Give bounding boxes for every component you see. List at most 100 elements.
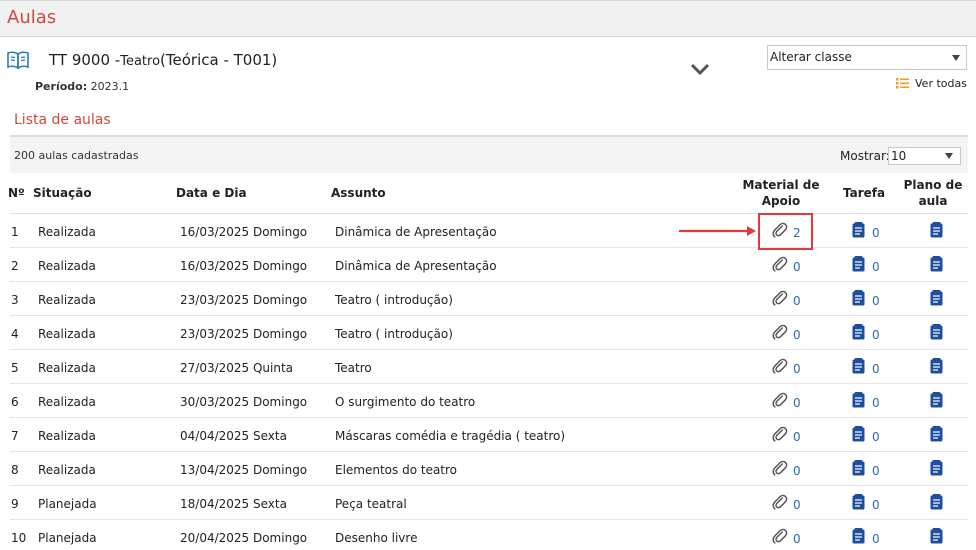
paperclip-icon[interactable] <box>771 425 789 443</box>
tarefa-count[interactable]: 0 <box>872 430 880 444</box>
tarefa-count[interactable]: 0 <box>872 260 880 274</box>
tarefa-count[interactable]: 0 <box>872 532 880 546</box>
row-num: 9 <box>11 497 19 511</box>
paperclip-icon[interactable] <box>771 459 789 477</box>
page-title: Aulas <box>7 7 57 28</box>
table-row: 8 Realizada 13/04/2025 Domingo Elementos do… <box>10 452 968 486</box>
table-row: 2 Realizada 16/03/2025 Domingo Dinâmica de … <box>10 248 968 282</box>
row-data: 23/03/2025 Domingo <box>180 327 308 341</box>
tarefa-count[interactable]: 0 <box>872 362 880 376</box>
class-number: 9000 <box>71 51 111 69</box>
paperclip-icon[interactable] <box>771 357 789 375</box>
tarefa-count[interactable]: 0 <box>872 498 880 512</box>
row-data: 18/04/2025 Sexta <box>180 497 287 511</box>
material-apoio-count[interactable]: 0 <box>793 362 801 376</box>
plano-aula-document-icon[interactable] <box>930 222 943 238</box>
row-assunto: Máscaras comédia e tragédia ( teatro) <box>335 429 566 443</box>
row-assunto: Teatro ( introdução) <box>335 293 453 307</box>
paperclip-icon[interactable] <box>771 391 789 409</box>
table-row: 3 Realizada 23/03/2025 Domingo Teatro ( int… <box>10 282 968 316</box>
material-apoio-count[interactable]: 0 <box>793 464 801 478</box>
material-apoio-count[interactable]: 0 <box>793 294 801 308</box>
paperclip-icon[interactable] <box>771 493 789 511</box>
tarefa-document-icon[interactable] <box>852 494 865 510</box>
tarefa-document-icon[interactable] <box>852 324 865 340</box>
row-assunto: Peça teatral <box>335 497 407 511</box>
paperclip-icon[interactable] <box>771 527 789 545</box>
row-assunto: O surgimento do teatro <box>335 395 476 409</box>
plano-aula-document-icon[interactable] <box>930 256 943 272</box>
row-num: 5 <box>11 361 19 375</box>
periodo-label: Período: <box>35 80 88 93</box>
tarefa-count[interactable]: 0 <box>872 464 880 478</box>
tarefa-document-icon[interactable] <box>852 256 865 272</box>
header-data: Data e Dia <box>176 186 247 200</box>
chevron-down-icon[interactable] <box>690 62 710 76</box>
row-data: 16/03/2025 Domingo <box>180 225 308 239</box>
material-apoio-count[interactable]: 0 <box>793 532 801 546</box>
paperclip-icon[interactable] <box>771 323 789 341</box>
row-data: 20/04/2025 Domingo <box>180 531 308 545</box>
header-tarefa: Tarefa <box>843 186 886 200</box>
open-book-icon <box>7 51 29 69</box>
plano-aula-document-icon[interactable] <box>930 358 943 374</box>
paperclip-icon[interactable] <box>771 255 789 273</box>
header-material: Material de Apoio <box>741 177 821 209</box>
tarefa-document-icon[interactable] <box>852 460 865 476</box>
row-num: 1 <box>11 225 19 239</box>
section-title: Lista de aulas <box>14 112 111 128</box>
plano-aula-document-icon[interactable] <box>930 392 943 408</box>
tarefa-count[interactable]: 0 <box>872 294 880 308</box>
material-apoio-count[interactable]: 0 <box>793 328 801 342</box>
plano-aula-document-icon[interactable] <box>930 324 943 340</box>
table-row: 4 Realizada 23/03/2025 Domingo Teatro ( int… <box>10 316 968 350</box>
row-situacao: Realizada <box>38 429 96 443</box>
class-title: TT 9000 -Teatro(Teórica - T001) <box>49 51 277 69</box>
tarefa-count[interactable]: 0 <box>872 226 880 240</box>
mostrar-value: 10 <box>891 149 907 163</box>
plano-aula-document-icon[interactable] <box>930 426 943 442</box>
material-apoio-count[interactable]: 0 <box>793 396 801 410</box>
alterar-classe-value: Alterar classe <box>770 50 852 64</box>
row-data: 16/03/2025 Domingo <box>180 259 308 273</box>
paperclip-icon[interactable] <box>771 289 789 307</box>
aulas-count: 200 aulas cadastradas <box>14 149 139 162</box>
row-situacao: Planejada <box>38 531 97 545</box>
header-plano-line2: aula <box>918 194 948 208</box>
tarefa-document-icon[interactable] <box>852 222 865 238</box>
header-material-line2: Apoio <box>761 194 801 208</box>
row-assunto: Teatro <box>335 361 372 375</box>
class-name: Teatro <box>120 54 161 69</box>
row-situacao: Realizada <box>38 293 96 307</box>
row-assunto: Dinâmica de Apresentação <box>335 225 497 239</box>
row-num: 6 <box>11 395 19 409</box>
tarefa-count[interactable]: 0 <box>872 396 880 410</box>
periodo-value: 2023.1 <box>90 80 130 93</box>
material-apoio-count[interactable]: 0 <box>793 498 801 512</box>
row-situacao: Planejada <box>38 497 97 511</box>
ver-todas-label: Ver todas <box>915 77 967 90</box>
ver-todas-link[interactable]: Ver todas <box>896 77 967 90</box>
row-num: 8 <box>11 463 19 477</box>
plano-aula-document-icon[interactable] <box>930 528 943 544</box>
row-assunto: Elementos do teatro <box>335 463 458 477</box>
row-num: 10 <box>11 531 27 545</box>
table-row: 10 Planejada 20/04/2025 Domingo Desenho liv… <box>10 520 968 550</box>
tarefa-document-icon[interactable] <box>852 358 865 374</box>
plano-aula-document-icon[interactable] <box>930 290 943 306</box>
material-apoio-count[interactable]: 0 <box>793 260 801 274</box>
row-situacao: Realizada <box>38 395 96 409</box>
plano-aula-document-icon[interactable] <box>930 460 943 476</box>
alterar-classe-select[interactable]: Alterar classe <box>767 45 967 70</box>
tarefa-count[interactable]: 0 <box>872 328 880 342</box>
row-num: 4 <box>11 327 19 341</box>
tarefa-document-icon[interactable] <box>852 290 865 306</box>
class-code: TT <box>49 51 68 69</box>
row-situacao: Realizada <box>38 327 96 341</box>
plano-aula-document-icon[interactable] <box>930 494 943 510</box>
mostrar-select[interactable]: 10 <box>888 147 961 165</box>
tarefa-document-icon[interactable] <box>852 392 865 408</box>
material-apoio-count[interactable]: 0 <box>793 430 801 444</box>
tarefa-document-icon[interactable] <box>852 426 865 442</box>
tarefa-document-icon[interactable] <box>852 528 865 544</box>
